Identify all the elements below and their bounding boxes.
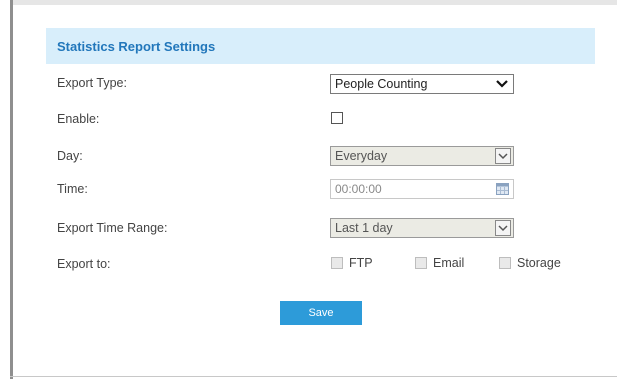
bottom-border (10, 376, 617, 377)
time-label: Time: (57, 182, 88, 196)
email-label: Email (433, 256, 465, 270)
export-type-select[interactable]: People Counting (330, 74, 514, 94)
export-email-option[interactable]: Email (415, 256, 464, 270)
chevron-down-icon (495, 148, 511, 164)
storage-label: Storage (517, 256, 561, 270)
left-border (10, 0, 13, 379)
export-ftp-option[interactable]: FTP (331, 256, 373, 270)
export-to-label: Export to: (57, 257, 111, 271)
export-time-range-value: Last 1 day (335, 221, 393, 235)
chevron-down-icon (494, 76, 510, 92)
export-storage-option[interactable]: Storage (499, 256, 561, 270)
day-value: Everyday (335, 149, 388, 163)
enable-checkbox[interactable] (331, 112, 343, 124)
section-title: Statistics Report Settings (57, 38, 216, 54)
section-header: Statistics Report Settings (46, 28, 595, 64)
export-time-range-select[interactable]: Last 1 day (330, 218, 514, 238)
save-button[interactable]: Save (280, 301, 362, 325)
enable-label: Enable: (57, 112, 100, 126)
export-type-label: Export Type: (57, 76, 127, 90)
ftp-checkbox[interactable] (331, 257, 343, 269)
time-value: 00:00:00 (335, 182, 382, 196)
export-type-value: People Counting (335, 77, 428, 91)
time-input[interactable]: 00:00:00 (330, 179, 514, 199)
ftp-label: FTP (349, 256, 373, 270)
day-select[interactable]: Everyday (330, 146, 514, 166)
top-border (10, 0, 617, 5)
calendar-icon[interactable] (496, 183, 509, 195)
storage-checkbox[interactable] (499, 257, 511, 269)
email-checkbox[interactable] (415, 257, 427, 269)
day-label: Day: (57, 149, 83, 163)
chevron-down-icon (495, 220, 511, 236)
export-time-range-label: Export Time Range: (57, 221, 168, 235)
